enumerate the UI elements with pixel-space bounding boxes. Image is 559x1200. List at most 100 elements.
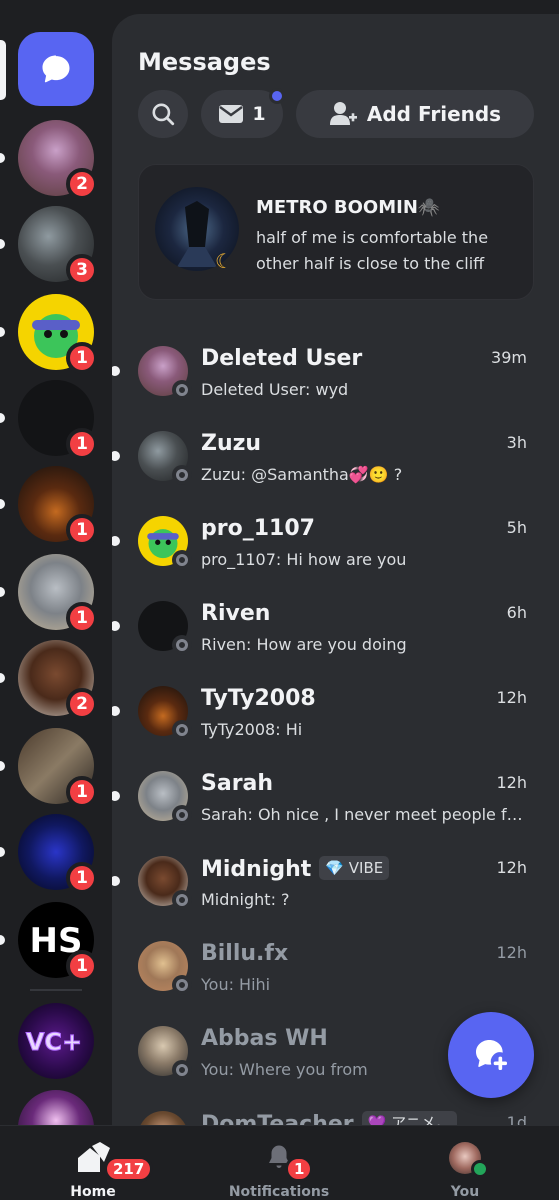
mention-badge: 1 [66,862,98,894]
dm-timestamp: 6h [506,603,527,622]
vc-logo-icon: VC+ [25,1028,82,1057]
unread-dot [0,413,5,423]
search-icon [152,103,175,126]
dm-username: Zuzu [201,431,262,456]
server-icon[interactable]: VC+ [18,1003,94,1079]
unread-dot [0,673,5,683]
envelope-icon [219,105,244,123]
unread-dot [0,499,5,509]
home-badge: 217 [104,1156,154,1182]
dm-username: pro_1107 [201,516,315,541]
dm-row[interactable]: Billu.fx 12h You: Hihi [112,925,559,1010]
server-icon[interactable]: 1 [0,728,98,808]
dm-timestamp: 12h [496,943,528,962]
offline-status-icon [172,635,192,655]
user-avatar [449,1142,489,1178]
new-message-button[interactable] [448,1012,534,1098]
direct-messages-button[interactable] [18,32,94,106]
dm-timestamp: 12h [496,858,528,877]
dm-row[interactable]: pro_1107 5h pro_1107: Hi how are you [112,500,559,585]
dm-username: TyTy2008 [201,686,316,711]
offline-status-icon [172,380,192,400]
offline-status-icon [172,975,192,995]
server-icon[interactable] [18,1090,94,1125]
unread-dot [112,706,120,716]
dm-row[interactable]: Zuzu 3h Zuzu: @Samantha💞🙂 ? [112,415,559,500]
avatar [138,856,192,910]
app-root: 2 3 1 1 1 1 2 1 1 HS 1 VC+ Messages 1 Ad… [0,0,559,1200]
online-status-icon [471,1160,489,1178]
nav-you[interactable]: You [390,1126,540,1200]
dm-preview: You: Hihi [201,975,271,994]
offline-status-icon [172,720,192,740]
dm-row[interactable]: Sarah 12h Sarah: Oh nice , I never meet … [112,755,559,840]
dm-username: Billu.fx [201,941,289,966]
mention-badge: 3 [66,254,98,286]
avatar [138,1026,192,1080]
friend-status-card[interactable]: ☾ METRO BOOMIN🕷️ half of me is comfortab… [138,164,534,300]
server-icon[interactable]: 3 [0,206,98,286]
dm-row[interactable]: Deleted User 39m Deleted User: wyd [112,330,559,415]
messages-panel: Messages 1 Add Friends ☾ METRO BOOMIN🕷️ … [112,14,559,1125]
status-message: half of me is comfortable the other half… [256,228,489,273]
dm-preview: Zuzu: @Samantha💞🙂 ? [201,465,403,484]
server-icon[interactable]: 1 [0,554,98,634]
unread-dot [112,791,120,801]
server-rail[interactable]: 2 3 1 1 1 1 2 1 1 HS 1 VC+ [0,0,112,1125]
avatar [138,771,192,825]
mention-badge: 1 [66,342,98,374]
dm-preview: Sarah: Oh nice , I never meet people fro… [201,805,523,824]
unread-dot [0,153,5,163]
svg-text:VC+: VC+ [26,1028,82,1056]
chat-bubble-icon [42,55,70,83]
notifications-badge: 1 [285,1156,314,1182]
unread-dot [0,935,5,945]
nav-notifications[interactable]: 1 Notifications [204,1126,354,1200]
server-icon[interactable]: 1 [0,294,98,374]
nav-home[interactable]: 217 Home [18,1126,168,1200]
unread-dot [112,621,120,631]
server-icon[interactable]: 1 [0,466,98,546]
dm-preview: pro_1107: Hi how are you [201,550,407,569]
inbox-button[interactable]: 1 [201,88,285,138]
dm-timestamp: 12h [496,773,528,792]
dm-preview: Deleted User: wyd [201,380,349,399]
bottom-navigation: 217 Home 1 Notifications You [0,1125,559,1200]
add-friend-icon [329,102,357,125]
mention-badge: 1 [66,514,98,546]
avatar [138,686,192,740]
server-icon[interactable]: 1 [0,814,98,894]
server-icon[interactable]: 2 [0,120,98,200]
avatar [138,346,192,400]
dm-username: Deleted User [201,346,363,371]
unread-dot [0,587,5,597]
dm-username: DomTeacher 💜 アニメ。 [201,1111,457,1125]
mention-badge: 1 [66,776,98,808]
server-icon[interactable]: 2 [0,640,98,720]
dm-row[interactable]: TyTy2008 12h TyTy2008: Hi [112,670,559,755]
server-icon[interactable]: HS 1 [0,902,98,982]
nav-notifications-label: Notifications [228,1184,330,1200]
avatar [138,431,192,485]
idle-moon-icon: ☾ [215,249,233,273]
dm-row[interactable]: Riven 6h Riven: How are you doing [112,585,559,670]
unread-dot [112,536,120,546]
dm-username: Abbas WH [201,1026,328,1051]
dm-row[interactable]: Midnight 💎 VIBE 12h Midnight: ? [112,840,559,925]
dm-timestamp: 5h [506,518,527,537]
new-indicator-dot [269,88,285,104]
unread-dot [0,327,5,337]
avatar [138,601,192,655]
clan-tag: 💎 VIBE [319,856,390,880]
unread-dot [0,761,5,771]
dm-username-text: DomTeacher [201,1112,354,1125]
offline-status-icon [172,550,192,570]
server-icon[interactable]: 1 [0,380,98,460]
add-friends-button[interactable]: Add Friends [296,90,534,138]
offline-status-icon [172,805,192,825]
mention-badge: 2 [66,168,98,200]
dm-row[interactable]: DomTeacher 💜 アニメ。 1d [112,1095,559,1125]
dm-preview: Midnight: ? [201,890,290,909]
dm-username: Sarah [201,771,274,796]
search-button[interactable] [138,90,188,138]
